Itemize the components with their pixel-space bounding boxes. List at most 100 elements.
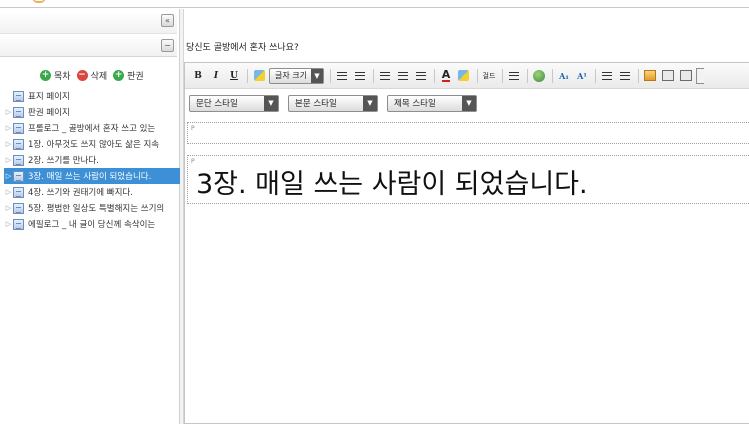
tree-expand-icon[interactable]: ▷	[4, 204, 13, 212]
chevron-down-icon: ▼	[264, 95, 278, 111]
tree-item-chapter-2[interactable]: ▷ 2장. 쓰기를 만나다.	[4, 152, 180, 168]
paragraph-style-label: 문단 스타일	[196, 99, 238, 109]
align-right-button[interactable]	[413, 68, 429, 84]
font-color-button[interactable]: A	[438, 68, 454, 84]
page-icon	[13, 218, 24, 230]
align-center-button[interactable]	[395, 68, 411, 84]
outdent-button[interactable]	[617, 68, 633, 84]
page-icon	[13, 106, 24, 118]
bullet-list-icon	[354, 71, 365, 80]
indent-button[interactable]	[599, 68, 615, 84]
tree-item-label: 2장. 쓰기를 만나다.	[28, 156, 99, 166]
toolbar-separator	[247, 68, 248, 83]
tree-expand-icon[interactable]: ▷	[4, 108, 13, 116]
page-icon	[13, 170, 24, 182]
tree-item-label: 1장. 아무것도 쓰지 않아도 삶은 지속	[28, 140, 160, 150]
table-button[interactable]	[678, 68, 694, 84]
toolbar-separator	[637, 68, 639, 83]
tree-item-epilogue[interactable]: ▷ 에필로그 _ 내 글이 당신께 속삭이는	[4, 216, 180, 232]
page-icon	[13, 154, 24, 166]
tree-item-chapter-3[interactable]: ▷ 3장. 매일 쓰는 사람이 되었습니다.	[4, 168, 180, 184]
format-painter-button[interactable]	[251, 68, 267, 84]
top-bar	[0, 0, 749, 8]
toolbar-separator	[372, 68, 374, 83]
image-icon	[643, 70, 656, 81]
body-style-label: 본문 스타일	[295, 99, 337, 109]
document-title: 당신도 골방에서 혼자 쓰나요?	[186, 43, 299, 53]
page-icon	[13, 122, 24, 134]
tree-item-label: 판권 페이지	[28, 108, 70, 118]
tree-expand-icon[interactable]: ▷	[4, 124, 13, 132]
link-button[interactable]	[531, 68, 547, 84]
style-toolbar: 문단 스타일 ▼ 본문 스타일 ▼ 제목 스타일 ▼	[185, 90, 749, 116]
subscript-button[interactable]: A₁	[556, 68, 572, 84]
insert-image-button[interactable]	[642, 68, 658, 84]
logo-swoosh-icon	[32, 0, 46, 3]
save-icon	[661, 70, 674, 81]
tree-item-chapter-1[interactable]: ▷ 1장. 아무것도 쓰지 않아도 삶은 지속	[4, 136, 180, 152]
editor-frame	[184, 62, 749, 424]
body-style-select[interactable]: 본문 스타일 ▼	[288, 94, 378, 112]
page-icon	[13, 138, 24, 150]
table-icon	[679, 70, 692, 81]
colophon-label: 판권	[127, 72, 144, 82]
unordered-list-button[interactable]	[352, 68, 368, 84]
paragraph-block[interactable]: P	[187, 122, 749, 144]
save-button[interactable]	[660, 68, 676, 84]
tree-expand-icon[interactable]: ▷	[4, 220, 13, 228]
add-toc-button[interactable]: + 목차	[40, 69, 71, 82]
italic-button[interactable]: I	[208, 68, 224, 84]
horizontal-rule-icon	[508, 71, 519, 80]
underline-button[interactable]: U	[226, 68, 242, 84]
heading-style-label: 제목 스타일	[394, 99, 436, 109]
tree-expand-icon[interactable]: ▷	[4, 188, 13, 196]
tree-item-chapter-4[interactable]: ▷ 4장. 쓰기와 권태기에 빠지다.	[4, 184, 180, 200]
tree-expand-icon[interactable]: ▷	[4, 172, 13, 180]
plus-icon: +	[40, 70, 51, 81]
toolbar-separator	[501, 68, 503, 83]
divider-button[interactable]	[506, 68, 522, 84]
tree-expand-icon[interactable]: ▷	[4, 156, 13, 164]
toolbar-separator	[329, 68, 331, 83]
align-left-button[interactable]	[377, 68, 393, 84]
subscript-icon: A₁	[559, 70, 569, 81]
tree-item-chapter-5[interactable]: ▷ 5장. 평범한 일상도 특별해지는 쓰기의	[4, 200, 180, 216]
minus-icon: −	[76, 70, 88, 81]
numbered-list-icon	[336, 71, 347, 80]
outdent-icon	[619, 71, 630, 80]
tree-item-label: 에필로그 _ 내 글이 당신께 속삭이는	[28, 220, 156, 230]
toolbar-overflow	[695, 67, 704, 84]
chapter-heading-text[interactable]: 3장. 매일 쓰는 사람이 되었습니다.	[196, 162, 588, 201]
delete-button[interactable]: − 삭제	[76, 69, 107, 82]
paragraph-tag: P	[191, 158, 195, 165]
tree-item-prologue[interactable]: ▷ 프롤로그 _ 골방에서 혼자 쓰고 있는	[4, 120, 180, 136]
formatting-toolbar: B I U 글자 크기 ▼ A 걸드 A₁ A¹	[185, 63, 749, 89]
toolbar-separator	[526, 68, 528, 83]
indent-icon	[601, 71, 612, 80]
paragraph-tag: P	[191, 125, 195, 132]
tree-expand-icon[interactable]: ▷	[4, 140, 13, 148]
colophon-button[interactable]: + 판권	[113, 69, 144, 82]
tree-item-label: 프롤로그 _ 골방에서 혼자 쓰고 있는	[28, 124, 156, 134]
chevron-down-icon: ▼	[363, 95, 377, 111]
globe-icon	[532, 69, 545, 82]
highlight-button[interactable]	[456, 68, 472, 84]
tree-item-colophon[interactable]: ▷ 판권 페이지	[4, 104, 180, 120]
heading-paragraph-block[interactable]: P 3장. 매일 쓰는 사람이 되었습니다.	[187, 155, 749, 204]
chevron-down-icon: ▼	[462, 95, 476, 111]
font-size-select[interactable]: 글자 크기 ▼	[269, 67, 324, 84]
toolbar-separator	[433, 68, 435, 83]
paragraph-style-select[interactable]: 문단 스타일 ▼	[189, 94, 279, 112]
collapse-sidebar-icon[interactable]: «	[161, 14, 174, 27]
columns-button[interactable]: 걸드	[481, 68, 497, 84]
minimize-icon[interactable]: −	[161, 39, 174, 52]
toolbar-separator	[476, 68, 478, 83]
tree-item-label: 표지 페이지	[28, 92, 70, 102]
ordered-list-button[interactable]	[334, 68, 350, 84]
heading-style-select[interactable]: 제목 스타일 ▼	[387, 94, 477, 112]
superscript-button[interactable]: A¹	[574, 68, 590, 84]
tree-item-cover[interactable]: ▷ 표지 페이지	[4, 88, 180, 104]
chevron-down-icon: ▼	[310, 68, 323, 83]
bold-button[interactable]: B	[190, 68, 206, 84]
toc-tree: ▷ 표지 페이지 ▷ 판권 페이지 ▷ 프롤로그 _ 골방에서 혼자 쓰고 있는…	[4, 88, 180, 232]
